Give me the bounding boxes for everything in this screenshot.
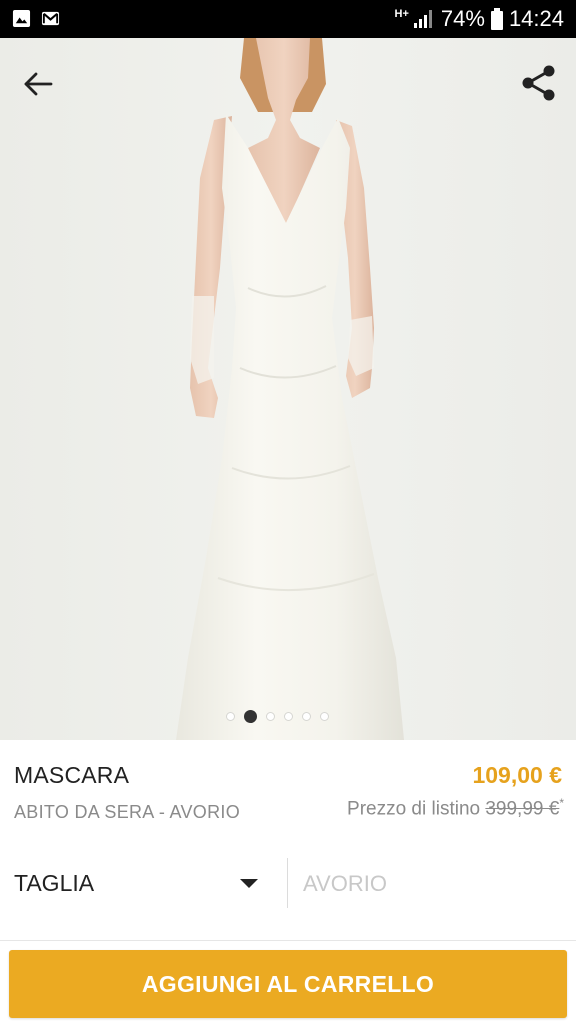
status-right: H+ 74% 14:24 bbox=[395, 0, 564, 38]
share-icon[interactable] bbox=[520, 64, 558, 102]
list-price-footnote-mark: * bbox=[559, 796, 564, 810]
product-subtitle: ABITO DA SERA - AVORIO bbox=[14, 802, 241, 822]
options-row: TAGLIA AVORIO bbox=[0, 852, 576, 914]
add-to-cart-button[interactable]: AGGIUNGI AL CARRELLO bbox=[9, 950, 567, 1018]
signal-icon bbox=[413, 10, 432, 28]
battery-percent: 74% bbox=[440, 6, 485, 31]
gallery-dot[interactable] bbox=[302, 712, 311, 721]
arrow-left-icon[interactable] bbox=[20, 66, 56, 102]
gallery-dot[interactable] bbox=[244, 710, 257, 723]
clock: 14:24 bbox=[508, 6, 564, 31]
product-image-gallery[interactable] bbox=[0, 38, 576, 740]
cta-divider bbox=[0, 940, 576, 941]
battery-icon bbox=[490, 8, 503, 30]
status-bar: H+ 74% 14:24 bbox=[0, 0, 576, 38]
gallery-notification-icon bbox=[12, 9, 31, 28]
network-type: H+ bbox=[394, 7, 409, 20]
size-dropdown[interactable]: TAGLIA bbox=[0, 852, 282, 914]
gallery-dot[interactable] bbox=[320, 712, 329, 721]
product-price: 109,00 € bbox=[472, 762, 562, 788]
list-price-label: Prezzo di listino bbox=[347, 798, 481, 820]
product-photo bbox=[0, 38, 576, 740]
list-price: Prezzo di listino 399,99 €* bbox=[347, 796, 564, 820]
size-label: TAGLIA bbox=[14, 870, 95, 896]
product-name: MASCARA bbox=[14, 762, 130, 788]
chevron-down-icon bbox=[240, 879, 258, 888]
gallery-dot[interactable] bbox=[266, 712, 275, 721]
status-left bbox=[12, 9, 60, 28]
gallery-pagination bbox=[226, 710, 329, 723]
gmail-notification-icon bbox=[41, 11, 60, 26]
color-selector: AVORIO bbox=[303, 871, 387, 896]
list-price-value: 399,99 € bbox=[485, 798, 560, 820]
gallery-dot[interactable] bbox=[284, 712, 293, 721]
gallery-dot[interactable] bbox=[226, 712, 235, 721]
options-divider bbox=[287, 858, 288, 908]
